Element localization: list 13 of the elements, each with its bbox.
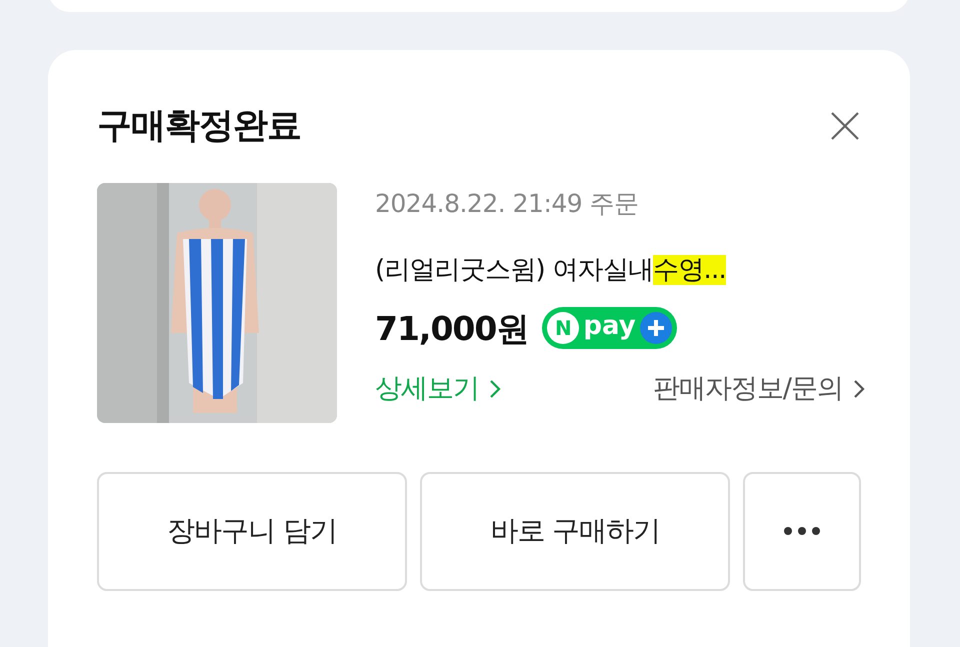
price: 71,000원: [375, 308, 528, 350]
close-icon: [830, 111, 860, 142]
action-button[interactable]: 바로 구매하기: [420, 472, 730, 590]
card-title: 구매확정완료: [97, 105, 301, 148]
product-name[interactable]: (리얼리굿스윔) 여자실내수영...: [375, 250, 865, 290]
chevron-right-icon: [489, 379, 501, 400]
plus-icon: [640, 312, 672, 344]
npay-badge: N pay: [542, 307, 677, 350]
seller-info-link[interactable]: 판매자정보/문의: [652, 369, 865, 410]
action-button[interactable]: 장바구니 담기: [97, 472, 408, 590]
order-date: 2024.8.22. 21:49 주문: [375, 188, 640, 220]
more-icon: [782, 527, 822, 535]
chevron-right-icon: [853, 379, 865, 400]
